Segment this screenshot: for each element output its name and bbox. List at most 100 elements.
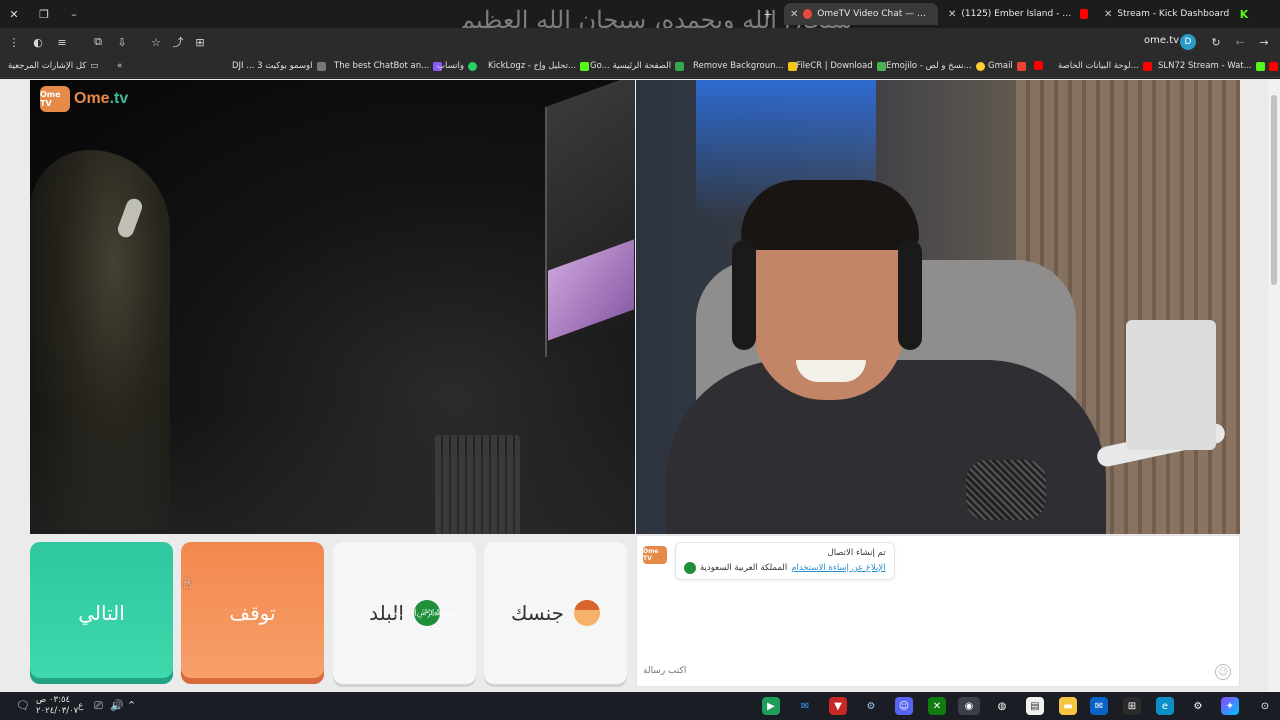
chat-message-input[interactable] — [643, 662, 1233, 680]
outlook-icon[interactable]: ✉ — [1090, 697, 1108, 715]
emoji-icon — [975, 61, 985, 71]
volume-icon[interactable]: 🔊 — [110, 699, 124, 712]
close-tab-icon[interactable]: ✕ — [1104, 9, 1112, 20]
country-filter-button[interactable]: البلد ﷽ — [333, 542, 476, 684]
discord-icon[interactable]: ☺ — [895, 697, 913, 715]
settings-icon[interactable]: ⚙ — [1189, 697, 1207, 715]
ometv-logo-icon: Ome TV — [40, 86, 70, 112]
chrome-icon[interactable]: ◉ — [958, 697, 980, 715]
address-bar-host[interactable]: ome.tv — [1144, 35, 1179, 46]
media-controls-icon[interactable]: ≡ — [54, 34, 70, 50]
taskbar-app-2-icon[interactable]: ✉ — [796, 697, 814, 715]
gmail-icon — [1016, 61, 1026, 71]
steam-icon[interactable]: ⚙ — [862, 697, 880, 715]
new-tab-icon[interactable]: + — [760, 6, 776, 22]
bookmark-favicon-icon — [316, 61, 326, 71]
kick-favicon-icon: K — [1239, 7, 1249, 21]
close-window-icon[interactable]: ✕ — [6, 6, 22, 22]
share-icon[interactable]: ⤴ — [170, 34, 186, 50]
page-scrollbar[interactable] — [1268, 79, 1280, 692]
install-app-icon[interactable]: ⇩ — [114, 34, 130, 50]
bookmark-all[interactable]: كل الإشارات المرجعية ▭ — [8, 61, 98, 71]
saudi-flag-icon — [684, 562, 696, 574]
start-menu-icon[interactable]: ⊙ — [1256, 697, 1274, 715]
bookmark-emojilo[interactable]: Emojilo - نسخ و لص... — [886, 61, 985, 71]
clock-date: ٢٠٢٤/٠٣/٠٧ — [36, 706, 79, 716]
tab-kick[interactable]: ✕ Stream - Kick Dashboard — [1098, 3, 1248, 25]
gender-avatar-icon — [574, 600, 601, 626]
bookmark-whatsapp[interactable]: واتساب — [437, 61, 478, 71]
close-tab-icon[interactable]: ✕ — [948, 9, 956, 20]
extension-avatar-icon[interactable]: ◐ — [30, 34, 46, 50]
bookmark-removebg[interactable]: Remove Backgroun... — [693, 61, 797, 71]
bookmark-label: لوحة البيانات الخاصة... — [1058, 61, 1139, 71]
ometv-logo[interactable]: Ome TV Ome.tv — [40, 86, 128, 112]
report-abuse-link[interactable]: الإبلاغ عن إساءة الاستخدام — [791, 563, 885, 573]
edge-icon[interactable]: e — [1156, 697, 1174, 715]
system-message-bubble: تم إنشاء الاتصال الإبلاغ عن إساءة الاستخ… — [675, 542, 895, 580]
self-camera-video — [636, 80, 1240, 534]
site-info-icon[interactable]: D — [1180, 34, 1196, 50]
bookmark-chatbot[interactable]: The best ChatBot an... — [334, 61, 443, 71]
bookmark-label: Gmail — [988, 61, 1013, 71]
folder-icon: ▭ — [90, 61, 99, 71]
emoji-picker-icon[interactable]: ☺ — [1215, 664, 1231, 680]
desk-surface — [30, 410, 635, 534]
background-ac-unit — [1126, 320, 1216, 450]
forward-icon[interactable]: ← — [1232, 34, 1248, 50]
bookmark-kicklogz[interactable]: KickLogz - تحليل وإح... — [488, 61, 590, 71]
clock-time: ٠٣:٥٤ ص — [36, 695, 71, 705]
gender-filter-button[interactable]: جنسك — [484, 542, 627, 684]
taskbar-app-1-icon[interactable]: ▶ — [762, 697, 780, 715]
xbox-icon[interactable]: ✕ — [928, 697, 946, 715]
system-clock[interactable]: ٠٣:٥٤ ص ٢٠٢٤/٠٣/٠٧ — [36, 695, 78, 717]
headphones-left — [732, 240, 756, 350]
input-language[interactable]: ع — [78, 701, 83, 711]
bookmark-gmail[interactable]: Gmail — [988, 61, 1026, 71]
google-drive-icon — [675, 61, 685, 71]
reload-icon[interactable]: ↻ — [1208, 34, 1224, 50]
bookmark-sln72[interactable]: SLN72 Stream - Wat... — [1158, 61, 1278, 71]
file-explorer-icon[interactable]: ▬ — [1059, 697, 1077, 715]
restore-window-icon[interactable]: ❐ — [36, 6, 52, 22]
minimize-window-icon[interactable]: – — [66, 6, 82, 22]
menu-dots-icon[interactable]: ⋮ — [6, 34, 22, 50]
stop-button-label: توقف — [229, 601, 276, 625]
tab-label: (1125) Ember Island - Umbrella — [961, 9, 1075, 19]
bookmark-dji[interactable]: DJI ... اوسمو بوكيت 3 — [232, 61, 326, 71]
stranger-video: Ome TV Ome.tv — [30, 80, 635, 534]
next-button[interactable]: التالي — [30, 542, 173, 684]
taskbar-app-3-icon[interactable]: ▼ — [829, 697, 847, 715]
tab-label: Stream - Kick Dashboard — [1117, 9, 1230, 19]
browser-toolbar: ⋮ ◐ ≡ ⧉ ⇩ ☆ ⤴ ⊞ ome.tv D ↻ ← → — [0, 28, 1280, 56]
tab-ometv[interactable]: ✕ OmeTV Video Chat — Ome... — [784, 3, 938, 25]
notification-icon[interactable]: 🗨 — [16, 699, 30, 712]
back-icon[interactable]: → — [1256, 34, 1272, 50]
bookmarks-overflow-icon[interactable]: « — [117, 61, 122, 71]
copilot-icon[interactable]: ✦ — [1221, 697, 1239, 715]
ometv-page: Ome TV Ome.tv التالي توقف البلد ﷽ جنسك ☝… — [0, 79, 1280, 692]
taskbar-app-obs-icon[interactable]: ◍ — [993, 697, 1011, 715]
person-hair — [741, 180, 919, 250]
notepad-icon[interactable]: ▤ — [1026, 697, 1044, 715]
bookmark-star-icon[interactable]: ☆ — [148, 34, 164, 50]
bookmark-filecr[interactable]: FileCR | Download — [796, 61, 886, 71]
bookmark-google[interactable]: Go... الصفحة الرئيسية — [590, 61, 685, 71]
bookmark-label: Emojilo - نسخ و لص... — [886, 61, 972, 71]
connection-established-text: تم إنشاء الاتصال — [827, 548, 886, 558]
network-icon[interactable]: ⎚ — [94, 699, 103, 713]
extensions-icon[interactable]: ⧉ — [90, 34, 106, 50]
close-tab-icon[interactable]: ✕ — [790, 9, 798, 20]
bookmark-dashboard[interactable]: لوحة البيانات الخاصة... — [1058, 61, 1152, 71]
tab-youtube[interactable]: ✕ (1125) Ember Island - Umbrella — [942, 3, 1094, 25]
bookmark-label: Go... الصفحة الرئيسية — [590, 61, 672, 71]
bookmark-label: KickLogz - تحليل وإح... — [488, 61, 577, 71]
scrollbar-thumb[interactable] — [1271, 95, 1277, 285]
translate-icon[interactable]: ⊞ — [192, 34, 208, 50]
youtube-icon — [1142, 61, 1152, 71]
microsoft-store-icon[interactable]: ⊞ — [1123, 697, 1141, 715]
youtube-bookmark-icon[interactable] — [1034, 61, 1043, 70]
stop-button[interactable]: توقف — [181, 542, 324, 684]
show-hidden-icons-icon[interactable]: ⌃ — [127, 699, 136, 712]
bookmarks-bar: كل الإشارات المرجعية ▭ « DJI ... اوسمو ب… — [0, 56, 1280, 78]
